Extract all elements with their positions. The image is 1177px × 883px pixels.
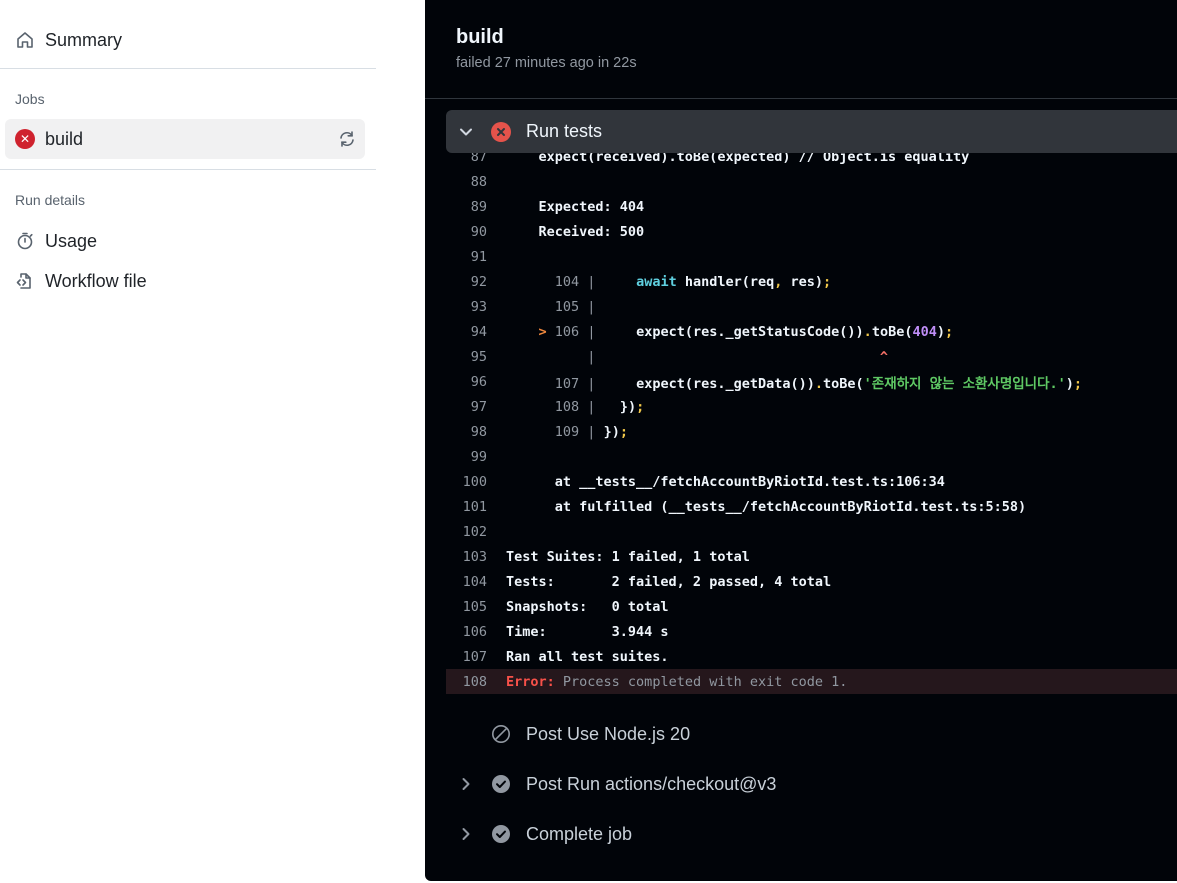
log-line: 89 Expected: 404: [470, 198, 645, 215]
log-line: 94 > 106 | expect(res._getStatusCode()).…: [470, 323, 954, 340]
log-line: 87 expect(received).toBe(expected) // Ob…: [470, 153, 970, 165]
log-line: 100 at __tests__/fetchAccountByRiotId.te…: [462, 473, 945, 490]
divider: [425, 98, 1177, 99]
chevron-right-icon: [457, 775, 475, 793]
log-line: 97 108 | });: [470, 398, 645, 415]
job-meta: failed 27 minutes ago in 22s: [456, 55, 637, 71]
log-output: 87 expect(received).toBe(expected) // Ob…: [446, 153, 1177, 695]
run-details-heading: Run details: [15, 192, 86, 208]
log-line: 90 Received: 500: [470, 223, 645, 240]
file-code-icon: [15, 271, 35, 291]
log-line: 105 Snapshots: 0 total: [462, 598, 669, 615]
divider: [0, 68, 376, 69]
step-complete-job[interactable]: Complete job: [446, 814, 1177, 854]
sidebar-item-label: build: [45, 128, 84, 149]
log-line: 93 105 |: [470, 298, 596, 315]
code-snippet: > 106 | expect(res._getStatusCode()).toB…: [538, 323, 954, 340]
step-header-run-tests[interactable]: Run tests: [446, 110, 1177, 153]
log-line: 95 | ^: [470, 348, 889, 365]
code-snippet: 105 |: [554, 298, 596, 315]
sidebar-item-summary[interactable]: Summary: [5, 20, 365, 60]
check-circle-icon: [491, 774, 511, 794]
job-title: build: [456, 26, 504, 48]
log-line: 103 Test Suites: 1 failed, 1 total: [462, 548, 750, 565]
job-log-panel: build failed 27 minutes ago in 22s Run t…: [425, 0, 1177, 881]
step-post-use-node[interactable]: Post Use Node.js 20: [446, 714, 1177, 754]
step-post-run-checkout[interactable]: Post Run actions/checkout@v3: [446, 764, 1177, 804]
log-line: 92 104 | await handler(req, res);: [470, 273, 832, 290]
step-title: Run tests: [526, 121, 603, 141]
log-line: 102: [462, 523, 487, 540]
log-line: 99: [470, 448, 487, 465]
step-label: Complete job: [526, 823, 633, 844]
chevron-down-icon: [457, 123, 475, 141]
failed-x-icon: [491, 121, 511, 142]
code-snippet: 107 | expect(res._getData()).toBe('존재하지 …: [554, 375, 1083, 392]
log-line: 101 at fulfilled (__tests__/fetchAccount…: [462, 498, 1027, 515]
log-line-error: 108 Error: Process completed with exit co…: [446, 669, 1177, 694]
code-snippet: 104 | await handler(req, res);: [554, 273, 832, 290]
skipped-icon: [491, 724, 511, 744]
log-line: 98 109 | });: [470, 423, 628, 440]
log-line: 91: [470, 248, 487, 265]
log-line: 96 107 | expect(res._getData()).toBe('존재…: [470, 373, 1083, 392]
divider: [0, 169, 376, 170]
log-line: 106 Time: 3.944 s: [462, 623, 669, 640]
log-line: 104 Tests: 2 failed, 2 passed, 4 total: [462, 573, 832, 590]
sidebar-item-workflow-file[interactable]: Workflow file: [5, 261, 365, 301]
sidebar-item-label: Usage: [45, 230, 98, 251]
sidebar-item-label: Workflow file: [45, 270, 147, 291]
sidebar-item-label: Summary: [45, 29, 123, 50]
code-snippet: 109 | });: [554, 423, 628, 440]
error-label: Error:: [506, 673, 555, 690]
stopwatch-icon: [15, 231, 35, 251]
error-message: Process completed with exit code 1.: [554, 673, 848, 690]
step-label: Post Run actions/checkout@v3: [526, 773, 777, 794]
log-line: 88: [470, 173, 487, 190]
sidebar-item-usage[interactable]: Usage: [5, 221, 365, 261]
jobs-heading: Jobs: [15, 91, 45, 107]
code-snippet: | ^: [587, 348, 889, 365]
failed-x-icon: ✕: [15, 129, 35, 149]
home-icon: [15, 30, 35, 50]
sidebar: Summary Jobs ✕ build Run details Usage W…: [0, 0, 376, 883]
rerun-sync-icon[interactable]: [337, 129, 357, 149]
chevron-right-icon: [457, 825, 475, 843]
check-circle-icon: [491, 824, 511, 844]
step-label: Post Use Node.js 20: [526, 723, 691, 744]
log-line: 107 Ran all test suites.: [462, 648, 669, 665]
sidebar-item-build[interactable]: ✕ build: [5, 119, 365, 159]
code-snippet: 108 | });: [554, 398, 645, 415]
